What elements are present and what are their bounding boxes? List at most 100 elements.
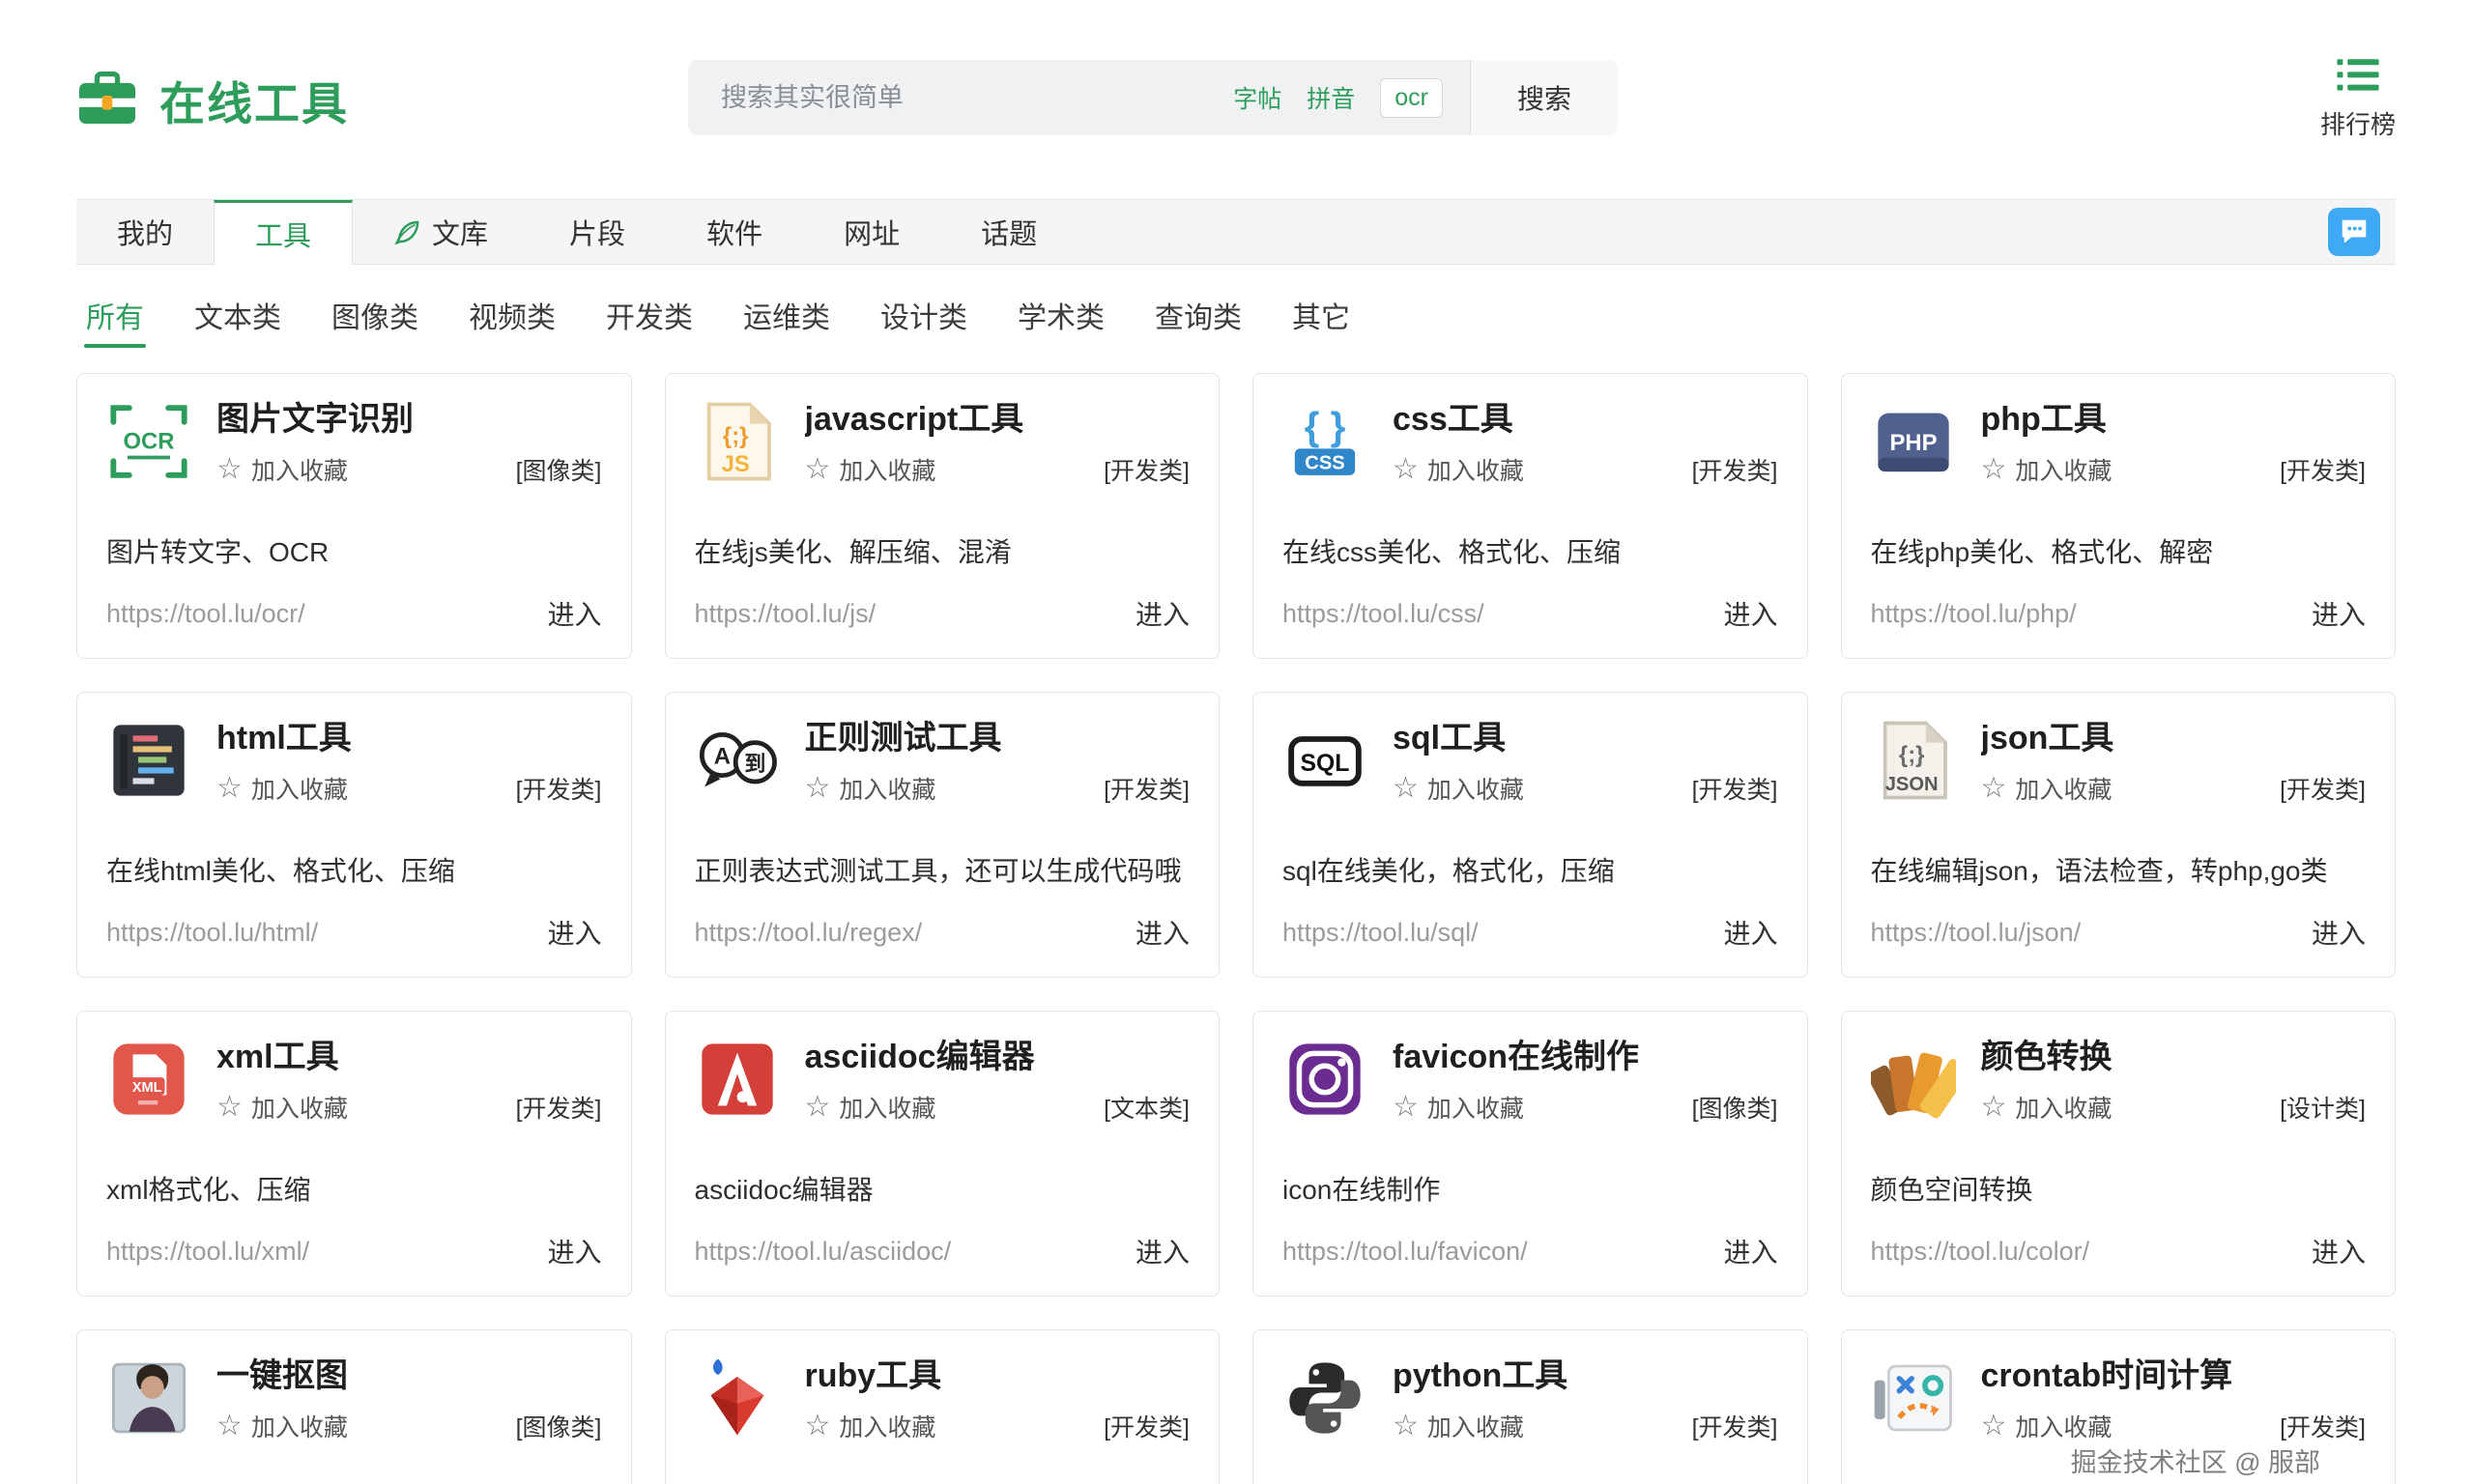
add-favorite-button[interactable]: ☆ 加入收藏 [805,1090,936,1125]
tool-url[interactable]: https://tool.lu/favicon/ [1282,1237,1528,1267]
chat-button[interactable] [2328,208,2380,256]
enter-link[interactable]: 进入 [2312,913,2366,952]
category-filter-3[interactable]: 视频类 [469,294,556,357]
tool-title[interactable]: 正则测试工具 [805,720,1191,757]
category-filter-8[interactable]: 查询类 [1155,294,1242,357]
nav-tab-3[interactable]: 片段 [529,200,666,264]
enter-link[interactable]: 进入 [547,1232,601,1270]
enter-link[interactable]: 进入 [2312,1232,2366,1270]
category-filter-0[interactable]: 所有 [86,294,144,357]
nav-tab-2[interactable]: 文库 [353,200,529,264]
tool-url[interactable]: https://tool.lu/php/ [1871,599,2077,629]
add-favorite-button[interactable]: ☆ 加入收藏 [1981,1409,2113,1443]
search-button[interactable]: 搜索 [1470,60,1618,135]
add-favorite-button[interactable]: ☆ 加入收藏 [805,771,936,806]
enter-link[interactable]: 进入 [1135,594,1190,633]
add-favorite-button[interactable]: ☆ 加入收藏 [1981,771,2113,806]
tool-card[interactable]: html工具 ☆ 加入收藏 [开发类] 在线html美化、格式化、压缩 http… [76,692,632,978]
add-favorite-button[interactable]: ☆ 加入收藏 [216,1090,348,1125]
tool-title[interactable]: python工具 [1393,1357,1778,1395]
add-favorite-button[interactable]: ☆ 加入收藏 [1981,1090,2113,1125]
tool-title[interactable]: php工具 [1981,401,2367,439]
tool-url[interactable]: https://tool.lu/js/ [695,599,877,629]
ranking-link[interactable]: 排行榜 [2320,58,2396,141]
add-favorite-button[interactable]: ☆ 加入收藏 [1393,1409,1524,1443]
category-filter-6[interactable]: 设计类 [880,294,967,357]
tool-title[interactable]: json工具 [1981,720,2367,757]
tool-card[interactable]: SQL sql工具 ☆ 加入收藏 [开发类] sql在线美化，格式化，压缩 ht… [1252,692,1808,978]
tool-url[interactable]: https://tool.lu/regex/ [695,918,923,948]
tool-card[interactable]: { }CSS css工具 ☆ 加入收藏 [开发类] 在线css美化、格式化、压缩… [1252,373,1808,659]
category-filter-4[interactable]: 开发类 [606,294,693,357]
add-favorite-button[interactable]: ☆ 加入收藏 [805,452,936,487]
tool-title[interactable]: xml工具 [216,1039,602,1076]
card-head: 一键抠图 ☆ 加入收藏 [图像类] [216,1356,602,1443]
add-favorite-button[interactable]: ☆ 加入收藏 [216,1409,348,1443]
nav-tab-0[interactable]: 我的 [76,200,214,264]
category-filter-2[interactable]: 图像类 [331,294,418,357]
tool-card[interactable]: ruby工具 ☆ 加入收藏 [开发类] ruby代码在线美化 [665,1329,1221,1484]
enter-link[interactable]: 进入 [1135,913,1190,952]
add-favorite-button[interactable]: ☆ 加入收藏 [216,771,348,806]
tool-card[interactable]: 一键抠图 ☆ 加入收藏 [图像类] 一键去除照片背景、证件照换背景 [76,1329,632,1484]
category-filter-9[interactable]: 其它 [1292,294,1350,357]
tool-title[interactable]: asciidoc编辑器 [805,1039,1191,1076]
tool-card[interactable]: {;}JS javascript工具 ☆ 加入收藏 [开发类] 在线js美化、解… [665,373,1221,659]
enter-link[interactable]: 进入 [1723,594,1777,633]
tool-url[interactable]: https://tool.lu/html/ [106,918,318,948]
tool-card[interactable]: asciidoc编辑器 ☆ 加入收藏 [文本类] asciidoc编辑器 htt… [665,1011,1221,1297]
card-head: 图片文字识别 ☆ 加入收藏 [图像类] [216,399,602,487]
search-hot-tag-1[interactable]: 拼音 [1307,80,1355,115]
tool-title[interactable]: javascript工具 [805,401,1191,439]
tool-url[interactable]: https://tool.lu/xml/ [106,1237,309,1267]
site-logo[interactable]: 在线工具 [76,67,349,133]
category-filter-1[interactable]: 文本类 [194,294,281,357]
tool-url[interactable]: https://tool.lu/sql/ [1282,918,1479,948]
tool-url[interactable]: https://tool.lu/asciidoc/ [695,1237,952,1267]
nav-tab-1[interactable]: 工具 [214,200,353,265]
tool-card[interactable]: 颜色转换 ☆ 加入收藏 [设计类] 颜色空间转换 https://tool.lu… [1841,1011,2397,1297]
search-hot-tag-0[interactable]: 字帖 [1233,80,1281,115]
tool-title[interactable]: css工具 [1393,401,1778,439]
tool-title[interactable]: crontab时间计算 [1981,1357,2367,1395]
enter-link[interactable]: 进入 [1723,913,1777,952]
search-input[interactable] [721,83,1233,113]
tool-card[interactable]: XML xml工具 ☆ 加入收藏 [开发类] xml格式化、压缩 https:/… [76,1011,632,1297]
card-footer: https://tool.lu/sql/ 进入 [1282,913,1778,952]
category-filter-7[interactable]: 学术类 [1018,294,1105,357]
tool-title[interactable]: 颜色转换 [1981,1039,2367,1076]
tool-card[interactable]: PHP php工具 ☆ 加入收藏 [开发类] 在线php美化、格式化、解密 ht… [1841,373,2397,659]
tool-url[interactable]: https://tool.lu/css/ [1282,599,1484,629]
tool-url[interactable]: https://tool.lu/ocr/ [106,599,305,629]
tool-card[interactable]: A到 正则测试工具 ☆ 加入收藏 [开发类] 正则表达式测试工具，还可以生成代码… [665,692,1221,978]
category-filter-5[interactable]: 运维类 [743,294,830,357]
tool-card[interactable]: OCR 图片文字识别 ☆ 加入收藏 [图像类] 图片转文字、OCR https:… [76,373,632,659]
tool-title[interactable]: 图片文字识别 [216,401,602,439]
tool-title[interactable]: sql工具 [1393,720,1778,757]
enter-link[interactable]: 进入 [547,594,601,633]
add-favorite-button[interactable]: ☆ 加入收藏 [805,1409,936,1443]
enter-link[interactable]: 进入 [547,913,601,952]
tool-title[interactable]: html工具 [216,720,602,757]
nav-tab-6[interactable]: 话题 [940,200,1078,264]
tool-title[interactable]: favicon在线制作 [1393,1039,1778,1076]
add-favorite-button[interactable]: ☆ 加入收藏 [1393,452,1524,487]
enter-link[interactable]: 进入 [1723,1232,1777,1270]
add-favorite-button[interactable]: ☆ 加入收藏 [1981,452,2113,487]
add-favorite-button[interactable]: ☆ 加入收藏 [216,452,348,487]
tool-url[interactable]: https://tool.lu/color/ [1871,1237,2090,1267]
tool-card[interactable]: python工具 ☆ 加入收藏 [开发类] pyc文件反编译,python美化、… [1252,1329,1808,1484]
nav-tab-4[interactable]: 软件 [666,200,803,264]
enter-link[interactable]: 进入 [2312,594,2366,633]
nav-tab-5[interactable]: 网址 [803,200,940,264]
tool-card[interactable]: favicon在线制作 ☆ 加入收藏 [图像类] icon在线制作 https:… [1252,1011,1808,1297]
tool-title[interactable]: 一键抠图 [216,1357,602,1395]
tool-title[interactable]: ruby工具 [805,1357,1191,1395]
search-hot-tag-2[interactable]: ocr [1380,78,1443,118]
tool-url[interactable]: https://tool.lu/json/ [1871,918,2082,948]
card-sub: ☆ 加入收藏 [开发类] [216,771,602,806]
enter-link[interactable]: 进入 [1135,1232,1190,1270]
add-favorite-button[interactable]: ☆ 加入收藏 [1393,771,1524,806]
tool-card[interactable]: {;}JSON json工具 ☆ 加入收藏 [开发类] 在线编辑json，语法检… [1841,692,2397,978]
add-favorite-button[interactable]: ☆ 加入收藏 [1393,1090,1524,1125]
